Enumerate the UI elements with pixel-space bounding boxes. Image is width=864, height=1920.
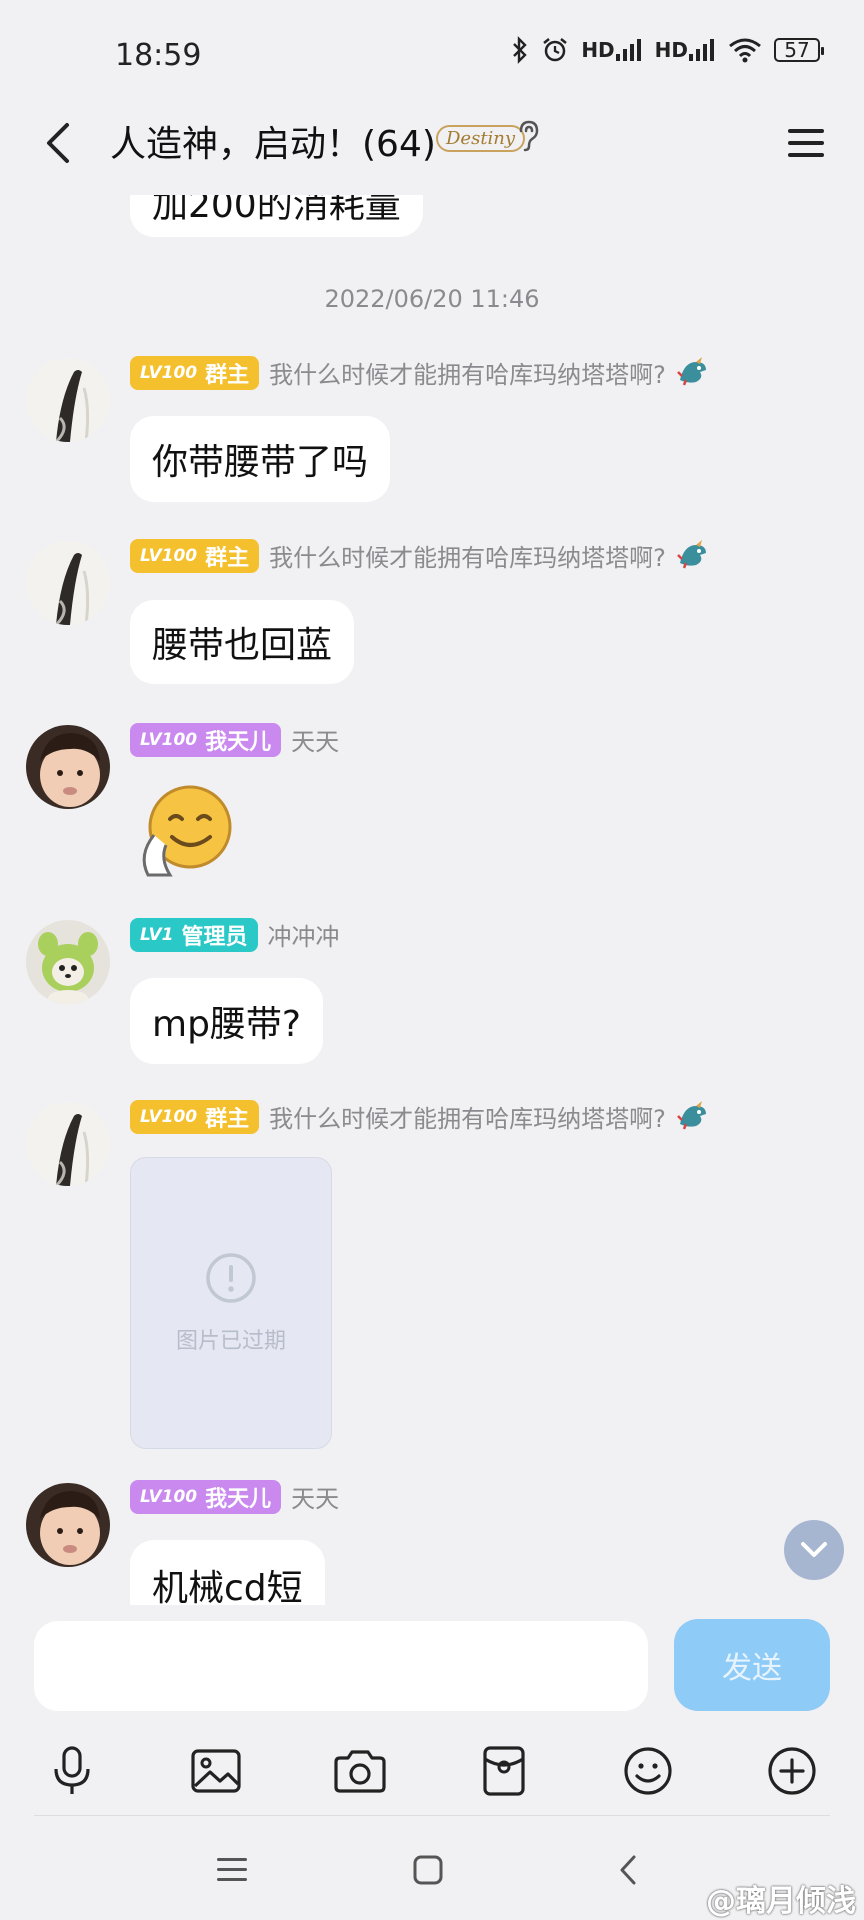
message-input[interactable]	[34, 1621, 648, 1711]
bluetooth-icon	[511, 36, 529, 64]
status-time: 18:59	[115, 38, 202, 73]
dragon-icon	[676, 356, 710, 390]
chevron-down-icon	[801, 1542, 827, 1557]
ear-icon[interactable]	[516, 119, 542, 157]
sender-name: 我什么时候才能拥有哈库玛纳塔塔啊?	[269, 544, 666, 572]
nav-home-button[interactable]	[398, 1846, 458, 1894]
mic-button[interactable]	[36, 1735, 108, 1807]
red-packet-button[interactable]	[468, 1735, 540, 1807]
signal-label-1: HD	[581, 38, 615, 62]
scroll-to-bottom-button[interactable]	[784, 1520, 844, 1580]
level-badge: LV100 群主	[130, 355, 260, 390]
plus-icon	[768, 1747, 816, 1795]
level-badge: LV100 群主	[130, 538, 260, 573]
avatar[interactable]	[26, 920, 110, 1004]
avatar[interactable]	[26, 541, 110, 625]
emoji-icon	[624, 1747, 672, 1795]
level-badge: LV100 我天儿	[130, 1479, 282, 1514]
signal-icon-2: HD	[655, 38, 716, 62]
sender-name: 我什么时候才能拥有哈库玛纳塔塔啊?	[269, 361, 666, 389]
image-button[interactable]	[180, 1735, 252, 1807]
menu-button[interactable]	[778, 115, 834, 171]
message-meta: LV100 群主 我什么时候才能拥有哈库玛纳塔塔啊?	[130, 1099, 710, 1134]
message-bubble[interactable]: 加200的消耗量	[130, 195, 423, 237]
chevron-left-icon	[620, 1855, 636, 1885]
avatar[interactable]	[26, 358, 110, 442]
sender-name: 天天	[291, 1485, 340, 1513]
emoji-button[interactable]	[612, 1735, 684, 1807]
dragon-icon	[676, 1100, 710, 1134]
wifi-icon	[728, 37, 762, 63]
battery-icon: 57	[774, 38, 824, 62]
sender-name: 冲冲冲	[267, 923, 340, 951]
warning-icon	[206, 1253, 256, 1303]
alarm-icon	[541, 36, 569, 64]
message-text: mp腰带?	[152, 1004, 302, 1045]
nav-back-button[interactable]	[598, 1846, 658, 1894]
chevron-left-icon	[47, 123, 69, 163]
page-title: 人造神，启动！(64)	[110, 124, 436, 165]
message-meta: LV100 群主 我什么时候才能拥有哈库玛纳塔塔啊?	[130, 355, 710, 390]
sender-name: 天天	[291, 728, 340, 756]
input-toolbar	[0, 1735, 864, 1815]
status-icons: HD HD 57	[511, 36, 824, 64]
send-button[interactable]: 发送	[674, 1619, 830, 1711]
expired-image-card[interactable]: 图片已过期	[130, 1157, 332, 1449]
square-icon	[413, 1855, 443, 1885]
dragon-icon	[676, 539, 710, 573]
watermark: @璃月倾浅	[706, 1884, 856, 1919]
message-text: 腰带也回蓝	[152, 625, 333, 666]
level-badge: LV100 群主	[130, 1099, 260, 1134]
message-meta: LV100 我天儿 天天	[130, 1479, 339, 1514]
avatar[interactable]	[26, 1102, 110, 1186]
message-meta: LV1 管理员 冲冲冲	[130, 917, 340, 952]
message-bubble[interactable]: 你带腰带了吗	[130, 416, 391, 502]
signal-icon-1: HD	[581, 38, 642, 62]
menu-lines-icon	[217, 1858, 247, 1881]
message-meta: LV100 我天儿 天天	[130, 722, 339, 757]
signal-label-2: HD	[654, 38, 688, 62]
level-badge: LV1 管理员	[130, 917, 258, 952]
message-text: 你带腰带了吗	[152, 442, 369, 483]
message-bubble[interactable]: 机械cd短	[130, 1540, 325, 1605]
back-button[interactable]	[28, 113, 88, 173]
mic-icon	[54, 1746, 90, 1794]
message-timestamp: 2022/06/20 11:46	[324, 285, 540, 313]
red-packet-icon	[483, 1746, 525, 1796]
sender-name: 我什么时候才能拥有哈库玛纳塔塔啊?	[269, 1105, 666, 1133]
message-text: 加200的消耗量	[152, 195, 401, 226]
expired-label: 图片已过期	[175, 1329, 286, 1354]
message-bubble[interactable]: 腰带也回蓝	[130, 600, 355, 684]
nav-recents-button[interactable]	[202, 1846, 262, 1894]
camera-button[interactable]	[324, 1735, 396, 1807]
more-button[interactable]	[756, 1735, 828, 1807]
divider	[34, 1815, 830, 1816]
message-text: 机械cd短	[152, 1568, 303, 1605]
chat-message-list[interactable]: 加200的消耗量 2022/06/20 11:46 LV100 群主 我什么时候才…	[0, 195, 864, 1605]
camera-icon	[334, 1750, 386, 1793]
group-badge: Destiny	[436, 125, 526, 152]
hamburger-menu-icon	[788, 129, 824, 157]
avatar[interactable]	[26, 1483, 110, 1567]
level-badge: LV100 我天儿	[130, 722, 282, 757]
message-bubble[interactable]: mp腰带?	[130, 978, 324, 1064]
message-meta: LV100 群主 我什么时候才能拥有哈库玛纳塔塔啊?	[130, 538, 710, 573]
sticker-image[interactable]	[130, 775, 238, 883]
image-icon	[191, 1749, 241, 1793]
chat-header: 人造神，启动！(64) Destiny	[0, 95, 864, 195]
status-bar: 18:59 HD HD 57	[0, 0, 864, 110]
avatar[interactable]	[26, 725, 110, 809]
